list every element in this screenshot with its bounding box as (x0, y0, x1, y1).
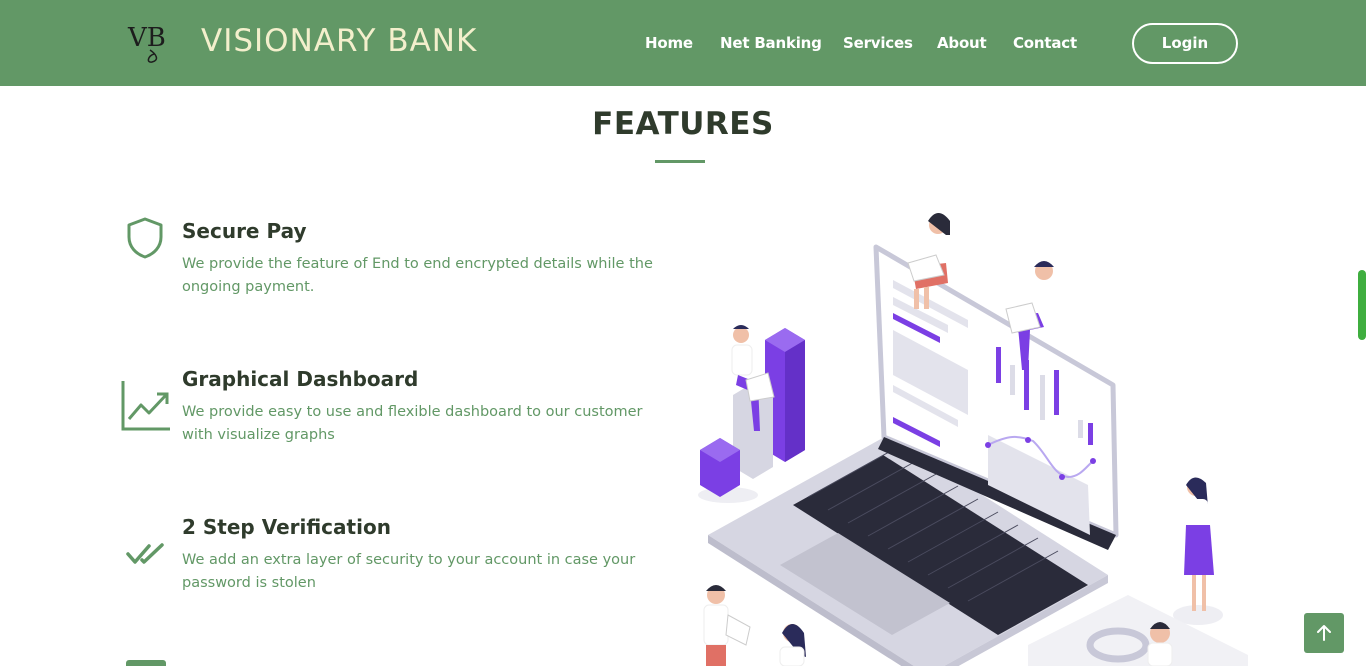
feature-desc-graphical-dashboard: We provide easy to use and flexible dash… (182, 404, 643, 443)
logo-text: VB (127, 23, 166, 53)
feature-title-2-step-verification: 2 Step Verification (182, 515, 391, 539)
feature-title-graphical-dashboard: Graphical Dashboard (182, 367, 419, 391)
brand-name[interactable]: VISIONARY BANK (201, 20, 477, 62)
line-chart-icon (121, 381, 170, 431)
nav-services[interactable]: Services (843, 33, 913, 53)
section-title: FEATURES (592, 106, 774, 142)
shield-icon (127, 217, 163, 259)
nav-home[interactable]: Home (645, 33, 693, 53)
arrow-up-icon (1317, 625, 1331, 641)
scrollbar-thumb[interactable] (1358, 270, 1366, 340)
laptop-team-illustration (698, 213, 1248, 666)
nav-contact[interactable]: Contact (1013, 33, 1077, 53)
nav-net-banking[interactable]: Net Banking (720, 33, 822, 53)
site-header: VB VISIONARY BANK Home Net Banking Servi… (0, 0, 1366, 86)
feature-title-secure-pay: Secure Pay (182, 219, 307, 243)
title-underline (655, 160, 705, 163)
next-feature-icon (126, 660, 166, 666)
logo-icon[interactable]: VB (126, 20, 172, 64)
double-check-icon (126, 543, 164, 564)
login-button[interactable]: Login (1132, 23, 1238, 64)
nav-about[interactable]: About (937, 33, 987, 53)
feature-desc-2-step-verification: We add an extra layer of security to you… (182, 552, 636, 591)
feature-desc-secure-pay: We provide the feature of End to end enc… (182, 256, 653, 295)
back-to-top-button[interactable] (1304, 613, 1344, 653)
